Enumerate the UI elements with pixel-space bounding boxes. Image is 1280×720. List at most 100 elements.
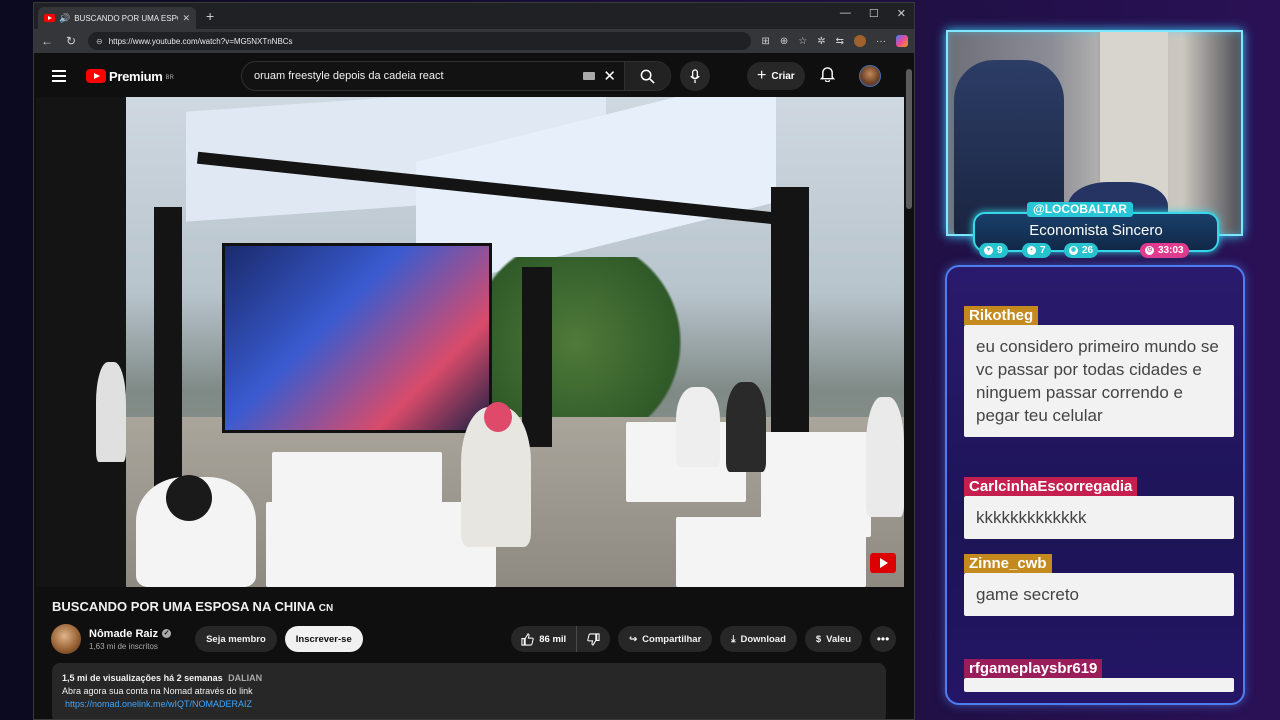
person-bg-left	[96, 362, 126, 462]
tab-title: BUSCANDO POR UMA ESPO	[74, 13, 179, 23]
verified-icon: ✓	[162, 629, 172, 638]
stat-value-2: 7	[1040, 245, 1046, 256]
background-door	[1098, 32, 1168, 202]
chat-message: CarlcinhaEscorregadia kkkkkkkkkkkkk	[964, 477, 1234, 539]
channel-name[interactable]: Nômade Raiz ✓	[89, 627, 172, 640]
account-avatar[interactable]	[859, 65, 881, 87]
like-button[interactable]: 86 mil	[511, 626, 578, 652]
clear-search-icon[interactable]: ✕	[603, 67, 616, 85]
microphone-icon	[690, 68, 700, 83]
minimize-icon[interactable]: —	[840, 7, 851, 20]
browser-tab[interactable]: 🔊 BUSCANDO POR UMA ESPO ✕	[38, 7, 196, 29]
create-button[interactable]: + Criar	[747, 62, 805, 90]
chat-message: rfgameplaysbr619	[964, 659, 1234, 692]
stream-title: Economista Sincero	[1029, 222, 1163, 239]
chat-message: Zinne_cwb game secreto	[964, 554, 1234, 616]
description-line-1: Abra agora sua conta na Nomad através do…	[62, 686, 253, 696]
thanks-label: Valeu	[826, 633, 851, 645]
chat-username: CarlcinhaEscorregadia	[964, 477, 1138, 496]
video-title: BUSCANDO POR UMA ESPOSA NA CHINA CN	[52, 599, 333, 614]
trees	[456, 257, 696, 427]
profile-icon[interactable]	[854, 35, 866, 47]
menu-dots-icon[interactable]: ···	[876, 36, 886, 47]
streamer-handle: @LOCOBALTAR	[1027, 202, 1133, 217]
join-label: Seja membro	[206, 633, 266, 645]
voice-search-button[interactable]	[680, 61, 710, 91]
translate-icon[interactable]: ⊞	[761, 36, 769, 47]
logo-text: Premium	[109, 68, 163, 84]
dislike-button[interactable]	[577, 626, 610, 652]
favorite-star-icon[interactable]: ☆	[798, 36, 807, 47]
browser-window: 🔊 BUSCANDO POR UMA ESPO ✕ + — ☐ ✕ ← ↻ ⊖ …	[33, 2, 915, 720]
share-button[interactable]: ↪ Compartilhar	[618, 626, 713, 652]
reload-icon[interactable]: ↻	[64, 34, 78, 48]
channel-avatar[interactable]	[51, 624, 81, 654]
download-button[interactable]: ⤓ Download	[720, 626, 797, 652]
description-box[interactable]: 1,5 mi de visualizações há 2 semanas DAL…	[52, 663, 886, 719]
plus-icon: +	[757, 67, 767, 84]
thumbs-down-icon	[587, 632, 600, 646]
channel-name-text: Nômade Raiz	[89, 627, 159, 640]
thanks-button[interactable]: $ Valeu	[804, 626, 862, 652]
speaker-icon[interactable]: 🔊	[59, 13, 70, 24]
like-count: 86 mil	[539, 633, 567, 645]
download-label: Download	[740, 633, 786, 645]
search-box[interactable]: oruam freestyle depois da cadeia react ✕	[241, 61, 671, 91]
more-actions-button[interactable]: •••	[870, 626, 896, 652]
share-icon: ↪	[629, 633, 638, 645]
close-tab-icon[interactable]: ✕	[182, 13, 190, 24]
chat-username: Rikotheg	[964, 306, 1039, 325]
search-input[interactable]: oruam freestyle depois da cadeia react	[242, 70, 583, 82]
timer-value: 33:03	[1158, 245, 1184, 256]
window-controls: — ☐ ✕	[840, 7, 906, 20]
keyboard-icon[interactable]	[583, 72, 596, 80]
maximize-icon[interactable]: ☐	[869, 7, 879, 20]
chat-username: rfgameplaysbr619	[964, 659, 1103, 678]
subscribe-watermark-icon[interactable]	[870, 553, 896, 573]
timer-badge: ◷ 33:03	[1140, 243, 1189, 258]
extensions-icon[interactable]: ✲	[817, 36, 825, 47]
search-button[interactable]	[624, 62, 670, 90]
person-center-hair	[484, 402, 512, 432]
stage-pillar-mid	[522, 267, 552, 447]
join-button[interactable]: Seja membro	[195, 626, 277, 652]
person-front-left-hair	[166, 475, 212, 521]
youtube-logo[interactable]: Premium BR	[86, 69, 174, 84]
thumbs-up-icon	[521, 632, 534, 646]
more-dots-icon: •••	[876, 632, 890, 646]
menu-icon[interactable]	[52, 70, 66, 82]
subscribe-label: Inscrever-se	[295, 633, 352, 645]
site-info-icon[interactable]: ⊖	[96, 37, 103, 46]
page-scrollbar[interactable]	[906, 69, 912, 209]
url-field[interactable]: ⊖ https://www.youtube.com/watch?v=MG5NXT…	[88, 32, 752, 50]
share-label: Compartilhar	[642, 633, 702, 645]
person-player	[676, 387, 720, 467]
subscriber-count: 1,63 mi de inscritos	[89, 641, 158, 651]
description-link[interactable]: https://nomad.onelink.me/wIQT/NOMADERAIZ	[62, 698, 876, 711]
subscribe-button[interactable]: Inscrever-se	[284, 626, 363, 652]
thanks-icon: $	[815, 633, 822, 645]
chat-username: Zinne_cwb	[964, 554, 1052, 573]
stage-pillar-left	[36, 97, 126, 587]
chat-text: kkkkkkkkkkkkk	[964, 496, 1234, 539]
back-icon[interactable]: ←	[40, 34, 54, 48]
youtube-play-icon	[86, 69, 106, 83]
zoom-icon[interactable]: ⊕	[780, 36, 788, 47]
chat-icon: ▪	[1027, 246, 1036, 255]
close-window-icon[interactable]: ✕	[897, 7, 906, 20]
video-title-suffix: CN	[318, 603, 334, 614]
copilot-icon[interactable]	[896, 35, 908, 47]
video-title-text: BUSCANDO POR UMA ESPOSA NA CHINA	[52, 599, 316, 614]
notifications-button[interactable]	[819, 66, 836, 87]
location-tag[interactable]: DALIAN	[228, 673, 262, 683]
stat-badge-3: ◉ 26	[1064, 243, 1099, 258]
like-dislike-group: 86 mil	[511, 626, 611, 652]
new-tab-icon[interactable]: +	[206, 8, 214, 24]
stat-value-1: 9	[997, 245, 1003, 256]
chat-message: Rikotheg eu considero primeiro mundo se …	[964, 306, 1234, 437]
eye-icon: ◉	[1069, 246, 1078, 255]
channel-row: Nômade Raiz ✓ 1,63 mi de inscritos Seja …	[51, 622, 896, 656]
video-player[interactable]	[36, 97, 904, 587]
upload-date: há 2 semanas	[163, 673, 223, 683]
split-screen-icon[interactable]: ⇆	[836, 36, 844, 47]
